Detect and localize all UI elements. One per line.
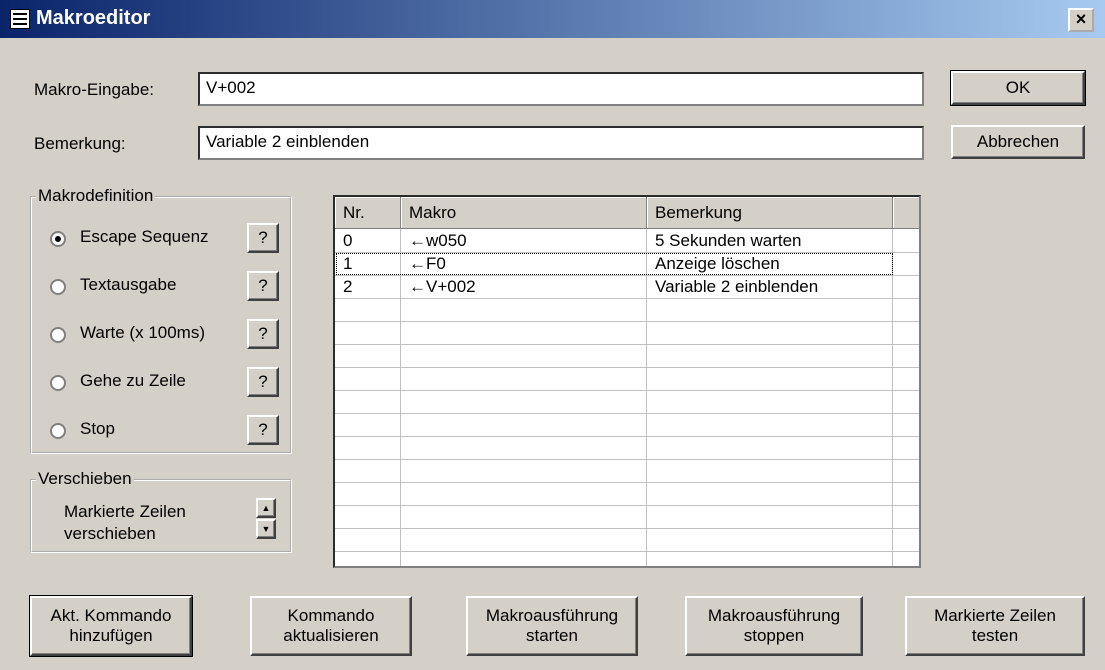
- arrow-up-icon: ▲: [261, 503, 271, 513]
- start-macro-line1: Makroausführung: [485, 606, 619, 625]
- column-header-bemerkung[interactable]: Bemerkung: [647, 197, 893, 229]
- table-row-2-bemerkung[interactable]: Variable 2 einblenden: [655, 276, 818, 298]
- ok-button[interactable]: OK: [950, 70, 1086, 106]
- stop-macro-button[interactable]: Makroausführung stoppen: [685, 596, 863, 656]
- column-header-nr[interactable]: Nr.: [335, 197, 401, 229]
- makrodefinition-legend: Makrodefinition: [36, 186, 156, 206]
- test-marked-rows-line1: Markierte Zeilen: [934, 606, 1056, 625]
- table-row-0-nr[interactable]: 0: [343, 230, 352, 252]
- option-label-escape-sequenz[interactable]: Escape Sequenz: [80, 227, 209, 247]
- option-label-warte[interactable]: Warte (x 100ms): [80, 323, 205, 343]
- update-command-button[interactable]: Kommando aktualisieren: [250, 596, 412, 656]
- move-up-button[interactable]: ▲: [256, 498, 276, 518]
- help-button-stop[interactable]: ?: [247, 415, 279, 445]
- close-button[interactable]: ×: [1068, 8, 1094, 32]
- add-command-line2: hinzufügen: [69, 626, 153, 645]
- option-label-textausgabe[interactable]: Textausgabe: [80, 275, 176, 295]
- title-bar[interactable]: [0, 0, 1105, 38]
- macro-input-label: Makro-Eingabe:: [34, 80, 155, 99]
- cancel-button[interactable]: Abbrechen: [951, 125, 1085, 159]
- radio-textausgabe[interactable]: [50, 279, 66, 295]
- macro-input[interactable]: V+002: [198, 72, 924, 106]
- update-command-line2: aktualisieren: [283, 626, 379, 645]
- table-row-0-makro[interactable]: ←w050: [409, 230, 467, 252]
- table-row-1-bemerkung[interactable]: Anzeige löschen: [655, 253, 780, 275]
- verschieben-text-line1: Markierte Zeilen: [64, 502, 186, 521]
- test-marked-rows-line2: testen: [971, 626, 1019, 645]
- stop-macro-line2: stoppen: [743, 626, 805, 645]
- radio-escape-sequenz[interactable]: [50, 231, 66, 247]
- verschieben-text-line2: verschieben: [64, 524, 156, 543]
- table-row-1-nr[interactable]: 1: [343, 253, 352, 275]
- start-macro-button[interactable]: Makroausführung starten: [466, 596, 638, 656]
- table-row-2-nr[interactable]: 2: [343, 276, 352, 298]
- add-command-button[interactable]: Akt. Kommando hinzufügen: [29, 595, 193, 657]
- table-row-0-bemerkung[interactable]: 5 Sekunden warten: [655, 230, 802, 252]
- window-title: Makroeditor: [36, 7, 151, 29]
- remark-input-label: Bemerkung:: [34, 134, 126, 153]
- move-down-button[interactable]: ▼: [256, 519, 276, 539]
- arrow-down-icon: ▼: [261, 524, 271, 534]
- radio-gehe-zu-zeile[interactable]: [50, 375, 66, 391]
- option-label-gehe-zu-zeile[interactable]: Gehe zu Zeile: [80, 371, 186, 391]
- column-header-makro[interactable]: Makro: [401, 197, 647, 229]
- start-macro-line2: starten: [526, 626, 578, 645]
- help-button-textausgabe[interactable]: ?: [247, 271, 279, 301]
- test-marked-rows-button[interactable]: Markierte Zeilen testen: [905, 596, 1085, 656]
- radio-warte[interactable]: [50, 327, 66, 343]
- stop-macro-line1: Makroausführung: [707, 606, 841, 625]
- remark-input[interactable]: Variable 2 einblenden: [198, 126, 924, 160]
- table-row-1-makro[interactable]: ←F0: [409, 253, 446, 275]
- window-menu-icon[interactable]: [10, 9, 30, 29]
- table-row-2-makro[interactable]: ←V+002: [409, 276, 476, 298]
- option-label-stop[interactable]: Stop: [80, 419, 115, 439]
- radio-stop[interactable]: [50, 423, 66, 439]
- help-button-warte[interactable]: ?: [247, 319, 279, 349]
- verschieben-legend: Verschieben: [36, 469, 134, 489]
- update-command-line1: Kommando: [287, 606, 375, 625]
- add-command-line1: Akt. Kommando: [50, 606, 172, 625]
- macro-table[interactable]: Nr. Makro Bemerkung 0 ←w050 5 Sekunden w…: [333, 195, 921, 568]
- help-button-escape-sequenz[interactable]: ?: [247, 223, 279, 253]
- column-header-empty: [893, 197, 919, 229]
- help-button-gehe-zu-zeile[interactable]: ?: [247, 367, 279, 397]
